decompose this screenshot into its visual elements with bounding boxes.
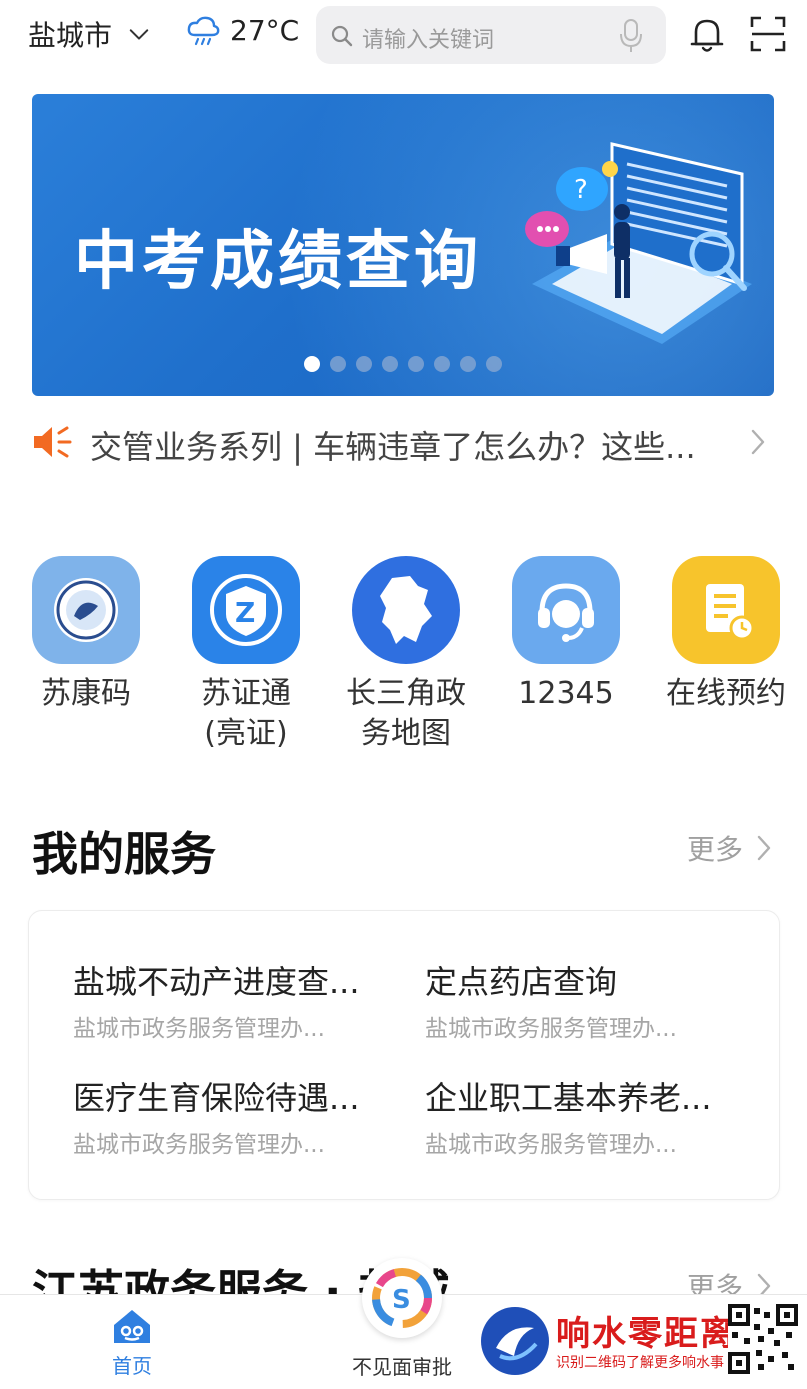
banner-title: 中考成绩查询 <box>74 225 482 299</box>
tab-home[interactable]: 首页 <box>96 1307 168 1379</box>
watermark-brand: 响水零距离 <box>556 1314 736 1354</box>
qr-code-icon <box>728 1304 798 1374</box>
city-name: 盐城市 <box>28 19 113 52</box>
svg-text:Z: Z <box>235 596 255 629</box>
exam-lookup-illustration: ? <box>525 142 752 344</box>
service-org: 盐城市政务服务管理办... <box>425 1132 677 1158</box>
app-label: 长三角政 务地图 <box>326 674 486 754</box>
approval-logo-icon: S <box>372 1268 432 1328</box>
app-label: 12345 <box>518 676 614 711</box>
speaker-icon <box>34 426 72 458</box>
carousel-dot[interactable] <box>486 356 502 372</box>
app-label-line1: 苏证通 <box>201 676 291 711</box>
app-label: 苏证通 (亮证) <box>166 674 326 754</box>
service-name: 盐城不动产进度查... <box>73 963 360 1001</box>
service-item[interactable]: 医疗生育保险待遇... 盐城市政务服务管理办... <box>73 1073 393 1159</box>
service-org: 盐城市政务服务管理办... <box>73 1132 325 1158</box>
search-placeholder: 请输入关键词 <box>362 28 495 53</box>
app-label-line2: 务地图 <box>361 716 451 751</box>
carousel-dot[interactable] <box>382 356 398 372</box>
service-item[interactable]: 盐城不动产进度查... 盐城市政务服务管理办... <box>73 957 393 1043</box>
announcement-text: 交管业务系列 | 车辆违章了怎么办？这些... <box>90 428 696 466</box>
search-icon <box>331 25 353 47</box>
tab-no-meeting-approval[interactable]: 不见面审批 <box>330 1351 474 1380</box>
service-org: 盐城市政务服务管理办... <box>73 1016 325 1042</box>
service-name: 企业职工基本养老... <box>425 1079 712 1117</box>
carousel-dot[interactable] <box>330 356 346 372</box>
app-12345[interactable]: 12345 <box>486 556 646 714</box>
service-item[interactable]: 定点药店查询 盐城市政务服务管理办... <box>425 957 745 1043</box>
my-services-title: 我的服务 <box>32 827 216 881</box>
svg-text:?: ? <box>574 175 588 205</box>
bell-icon[interactable] <box>690 16 724 54</box>
app-label-line1: 长三角政 <box>346 676 466 711</box>
app-yangtze-delta-map[interactable]: 长三角政 务地图 <box>326 556 486 754</box>
weather[interactable]: 27°C <box>186 14 299 47</box>
carousel-dot[interactable] <box>434 356 450 372</box>
app-su-zheng-tong[interactable]: Z 苏证通 (亮证) <box>166 556 326 754</box>
map-region-icon <box>352 556 460 664</box>
announcement-bar[interactable]: 交管业务系列 | 车辆违章了怎么办？这些... <box>32 418 774 468</box>
carousel-dot[interactable] <box>356 356 372 372</box>
shield-z-icon: Z <box>192 556 300 664</box>
carousel-dot[interactable] <box>304 356 320 372</box>
customer-service-icon <box>512 556 620 664</box>
tab-approve-label: 不见面审批 <box>352 1355 452 1379</box>
carousel-dot[interactable] <box>460 356 476 372</box>
more-label: 更多 <box>686 833 743 866</box>
microphone-icon[interactable] <box>618 18 644 54</box>
promo-banner[interactable]: 中考成绩查询 ? <box>32 94 774 396</box>
chevron-right-icon <box>751 429 765 455</box>
app-online-appointment[interactable]: 在线预约 <box>646 556 806 714</box>
chevron-right-icon <box>757 835 771 861</box>
my-services-card: 盐城不动产进度查... 盐城市政务服务管理办... 定点药店查询 盐城市政务服务… <box>28 910 780 1200</box>
cloud-rain-icon <box>187 16 220 45</box>
watermark: 响水零距离 识别二维码了解更多响水事 <box>476 1298 807 1388</box>
carousel-dots <box>32 356 774 372</box>
watermark-logo-icon <box>481 1307 549 1375</box>
service-item[interactable]: 企业职工基本养老... 盐城市政务服务管理办... <box>425 1073 745 1159</box>
carousel-dot[interactable] <box>408 356 424 372</box>
appointment-doc-icon <box>672 556 780 664</box>
app-su-kang-ma[interactable]: 苏康码 <box>6 556 166 714</box>
app-label: 在线预约 <box>666 676 786 711</box>
home-icon <box>114 1310 150 1343</box>
chevron-down-icon <box>129 29 149 40</box>
search-bar[interactable]: 请输入关键词 <box>316 6 666 64</box>
watermark-tagline: 识别二维码了解更多响水事 <box>556 1355 724 1371</box>
approval-fab-button[interactable]: S <box>362 1258 442 1338</box>
health-code-seal-icon <box>32 556 140 664</box>
app-label: 苏康码 <box>41 676 131 711</box>
app-label-line2: (亮证) <box>204 716 288 751</box>
temperature-text: 27°C <box>230 14 300 47</box>
service-org: 盐城市政务服务管理办... <box>425 1016 677 1042</box>
service-name: 医疗生育保险待遇... <box>73 1079 360 1117</box>
scan-icon[interactable] <box>750 16 786 52</box>
my-services-more-link[interactable]: 更多 <box>687 828 771 868</box>
top-bar: 盐城市 27°C 请输入关键词 <box>0 0 807 72</box>
tab-home-label: 首页 <box>112 1354 152 1378</box>
service-name: 定点药店查询 <box>425 963 618 1001</box>
svg-text:S: S <box>392 1285 411 1315</box>
city-selector[interactable]: 盐城市 <box>28 14 150 54</box>
